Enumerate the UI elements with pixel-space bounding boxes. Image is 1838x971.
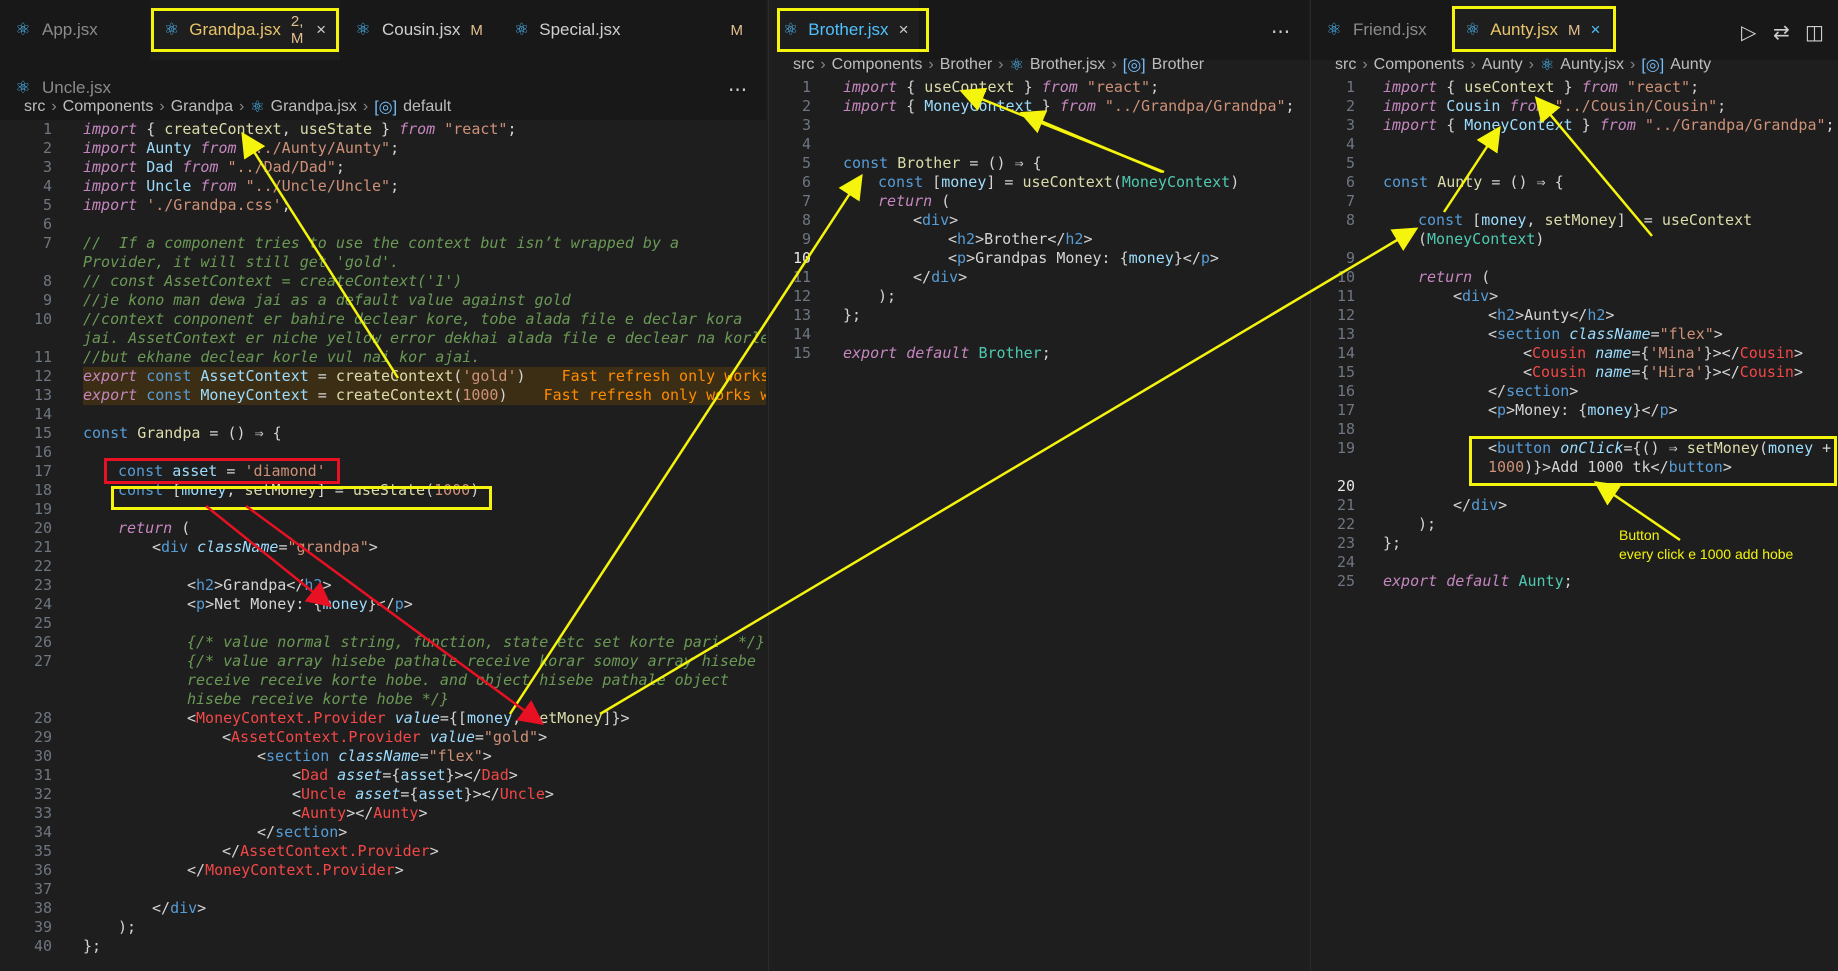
react-icon: ⚛ [15, 20, 31, 39]
crumb-symbol[interactable]: default [403, 98, 451, 116]
breadcrumb: src › Components › Aunty › ⚛ Aunty.jsx › [◎]… [1335, 56, 1712, 74]
react-icon: ⚛ [250, 99, 265, 116]
symbol-icon: [◎] [1641, 57, 1665, 74]
crumb-src[interactable]: src [1335, 56, 1356, 74]
crumb-file[interactable]: Brother.jsx [1030, 56, 1106, 74]
crumb-src[interactable]: src [24, 98, 45, 116]
crumb-folder[interactable]: Aunty [1482, 56, 1523, 74]
react-icon: ⚛ [355, 20, 371, 39]
tab-app[interactable]: ⚛ App.jsx [0, 0, 150, 60]
close-icon[interactable]: × [1590, 20, 1600, 40]
close-icon[interactable]: × [899, 20, 909, 40]
compare-changes-icon[interactable]: ⇄ [1773, 20, 1790, 44]
breadcrumb: src › Components › Brother › ⚛ Brother.jsx ›… [793, 56, 1205, 74]
react-icon: ⚛ [1326, 20, 1342, 39]
run-icon[interactable]: ▷ [1741, 20, 1756, 44]
crumb-components[interactable]: Components [63, 98, 154, 116]
react-icon: ⚛ [1465, 20, 1481, 39]
tab-grandpa[interactable]: ⚛ Grandpa.jsx 2, M × [150, 0, 340, 60]
more-actions-icon[interactable]: ··· [1271, 20, 1290, 44]
annotation-title: Button [1619, 527, 1660, 543]
crumb-components[interactable]: Components [832, 56, 923, 74]
tab-special[interactable]: ⚛ Special.jsx M [500, 0, 750, 60]
react-icon: ⚛ [164, 20, 180, 39]
react-icon: ⚛ [783, 20, 799, 39]
crumb-components[interactable]: Components [1374, 56, 1465, 74]
crumb-folder[interactable]: Brother [940, 56, 992, 74]
split-editor-icon[interactable]: ◫ [1805, 20, 1824, 44]
crumb-file[interactable]: Grandpa.jsx [271, 98, 357, 116]
crumb-symbol[interactable]: Brother [1152, 56, 1204, 74]
crumb-src[interactable]: src [793, 56, 814, 74]
editor-pane-brother: ⚛ Brother.jsx × ··· src › Components › Bro… [768, 0, 1309, 971]
crumb-symbol[interactable]: Aunty [1670, 56, 1711, 74]
react-icon: ⚛ [1009, 57, 1024, 74]
annotation-text: every click e 1000 add hobe [1619, 546, 1794, 562]
editor-pane-aunty: ⚛ Friend.jsx ⚛ Aunty.jsx M × ▷ ⇄ ◫ src › … [1310, 0, 1838, 971]
breadcrumb: src › Components › Grandpa › ⚛ Grandpa.jsx ›… [24, 98, 452, 116]
react-icon: ⚛ [514, 20, 530, 39]
close-icon[interactable]: × [316, 20, 326, 40]
symbol-icon: [◎] [374, 99, 398, 116]
crumb-file[interactable]: Aunty.jsx [1560, 56, 1624, 74]
symbol-icon: [◎] [1122, 57, 1146, 74]
editor-pane-grandpa: ⚛ App.jsx ⚛ Grandpa.jsx 2, M × ⚛ Cousin.… [0, 0, 766, 971]
tab-cousin[interactable]: ⚛ Cousin.jsx M [340, 0, 500, 60]
react-icon: ⚛ [1539, 57, 1555, 74]
crumb-folder[interactable]: Grandpa [171, 98, 233, 116]
